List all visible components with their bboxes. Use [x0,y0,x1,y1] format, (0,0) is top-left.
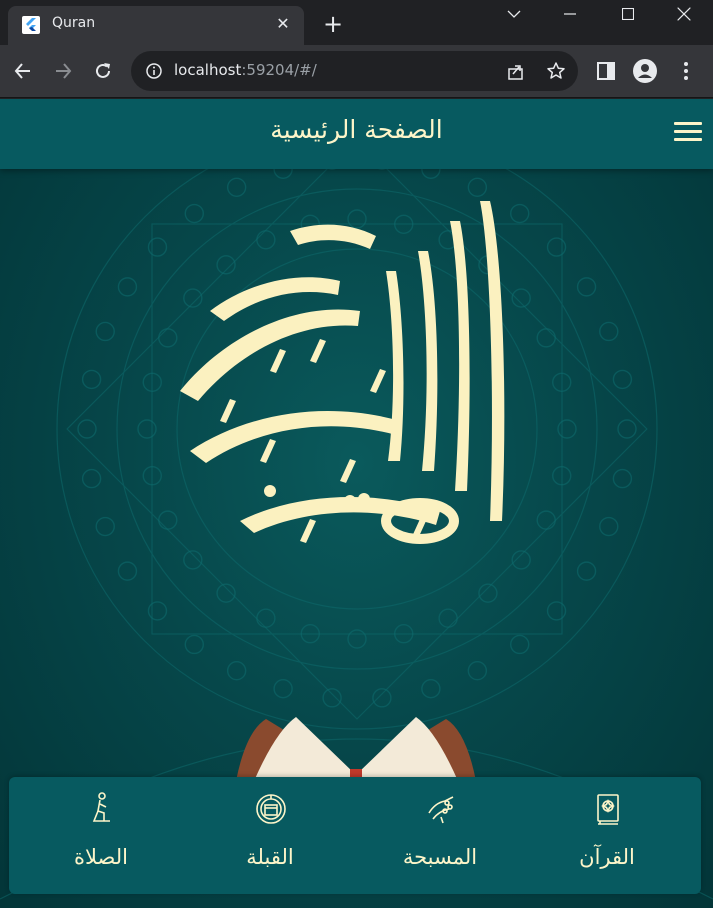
bead-ornament [576,561,597,581]
flutter-favicon [22,16,40,34]
bead-ornament [478,583,498,603]
quran-calligraphy-logo [180,201,505,544]
share-icon[interactable] [506,61,526,81]
address-bar[interactable]: localhost:59204/#/ [131,51,578,91]
bead-ornament [510,634,530,655]
bead-ornament [226,660,247,681]
bead-ornament [117,561,138,581]
nav-label-tasbih: المسبحة [402,845,478,869]
nav-item-quran[interactable]: القرآن [552,789,662,884]
browser-toolbar: localhost:59204/#/ [0,45,713,98]
app-screen: الصفحة الرئيسية الصلاة القبلة المسبحة ال… [0,99,713,908]
close-icon[interactable]: ✕ [272,13,294,35]
bead-ornament [612,468,633,489]
bead-ornament [421,678,441,699]
nav-label-qibla: القبلة [246,845,294,869]
bead-ornament [184,634,204,655]
bead-ornament [576,277,597,297]
tasbih-hand-icon [428,796,454,824]
bead-ornament [147,601,168,621]
page-title: الصفحة الرئيسية [270,115,443,144]
bead-ornament [347,629,367,649]
kaaba-compass-icon [256,794,286,824]
bead-ornament [617,419,637,439]
bead-ornament [438,608,458,628]
url-text[interactable]: localhost:59204/#/ [174,61,317,79]
bead-ornament [95,516,115,537]
bead-ornament [81,468,102,489]
nav-label-quran: القرآن [579,845,635,869]
bead-ornament [599,516,619,537]
reload-icon[interactable] [89,57,117,85]
browser-tab[interactable]: Quran ✕ [8,6,304,45]
hamburger-menu-icon[interactable] [674,122,702,146]
bead-ornament [95,321,115,342]
browser-tab-strip: Quran ✕ + [0,0,713,45]
more-vert-icon[interactable] [674,59,698,83]
nav-item-qibla[interactable]: القبلة [215,789,325,884]
bead-ornament [77,419,97,439]
minimize-icon[interactable] [541,0,599,28]
bead-ornament [81,369,102,390]
bead-ornament [216,583,236,603]
nav-item-prayer[interactable]: الصلاة [46,789,156,884]
profile-icon[interactable] [633,59,657,83]
side-panel-icon[interactable] [594,59,618,83]
bead-ornament [117,277,138,297]
maximize-icon[interactable] [599,0,657,28]
praying-person-icon [92,792,110,822]
bottom-navigation-bar: الصلاة القبلة المسبحة القرآن [9,777,701,894]
bead-ornament [372,688,392,708]
close-window-icon[interactable] [655,0,713,28]
bead-ornament [546,601,567,621]
bead-ornament [467,660,488,681]
app-bar: الصفحة الرئيسية [0,99,713,169]
forward-arrow-icon[interactable] [49,57,77,85]
nav-label-prayer: الصلاة [74,845,128,869]
nav-item-tasbih[interactable]: المسبحة [385,789,495,884]
back-arrow-icon[interactable] [9,57,37,85]
tab-title: Quran [52,15,96,31]
url-path: :59204/#/ [241,61,317,79]
bead-ornament [256,608,276,628]
bead-ornament [612,369,633,390]
plus-icon[interactable]: + [320,12,346,38]
bead-ornament [546,237,567,257]
chevron-down-icon[interactable] [485,0,543,28]
bead-ornament [273,678,293,699]
bead-ornament [599,321,619,342]
bead-ornament [322,688,342,708]
bead-ornament [557,419,577,439]
url-host: localhost [174,61,242,79]
star-icon[interactable] [546,61,566,81]
quran-book-icon [597,794,619,825]
info-icon[interactable] [145,62,163,80]
